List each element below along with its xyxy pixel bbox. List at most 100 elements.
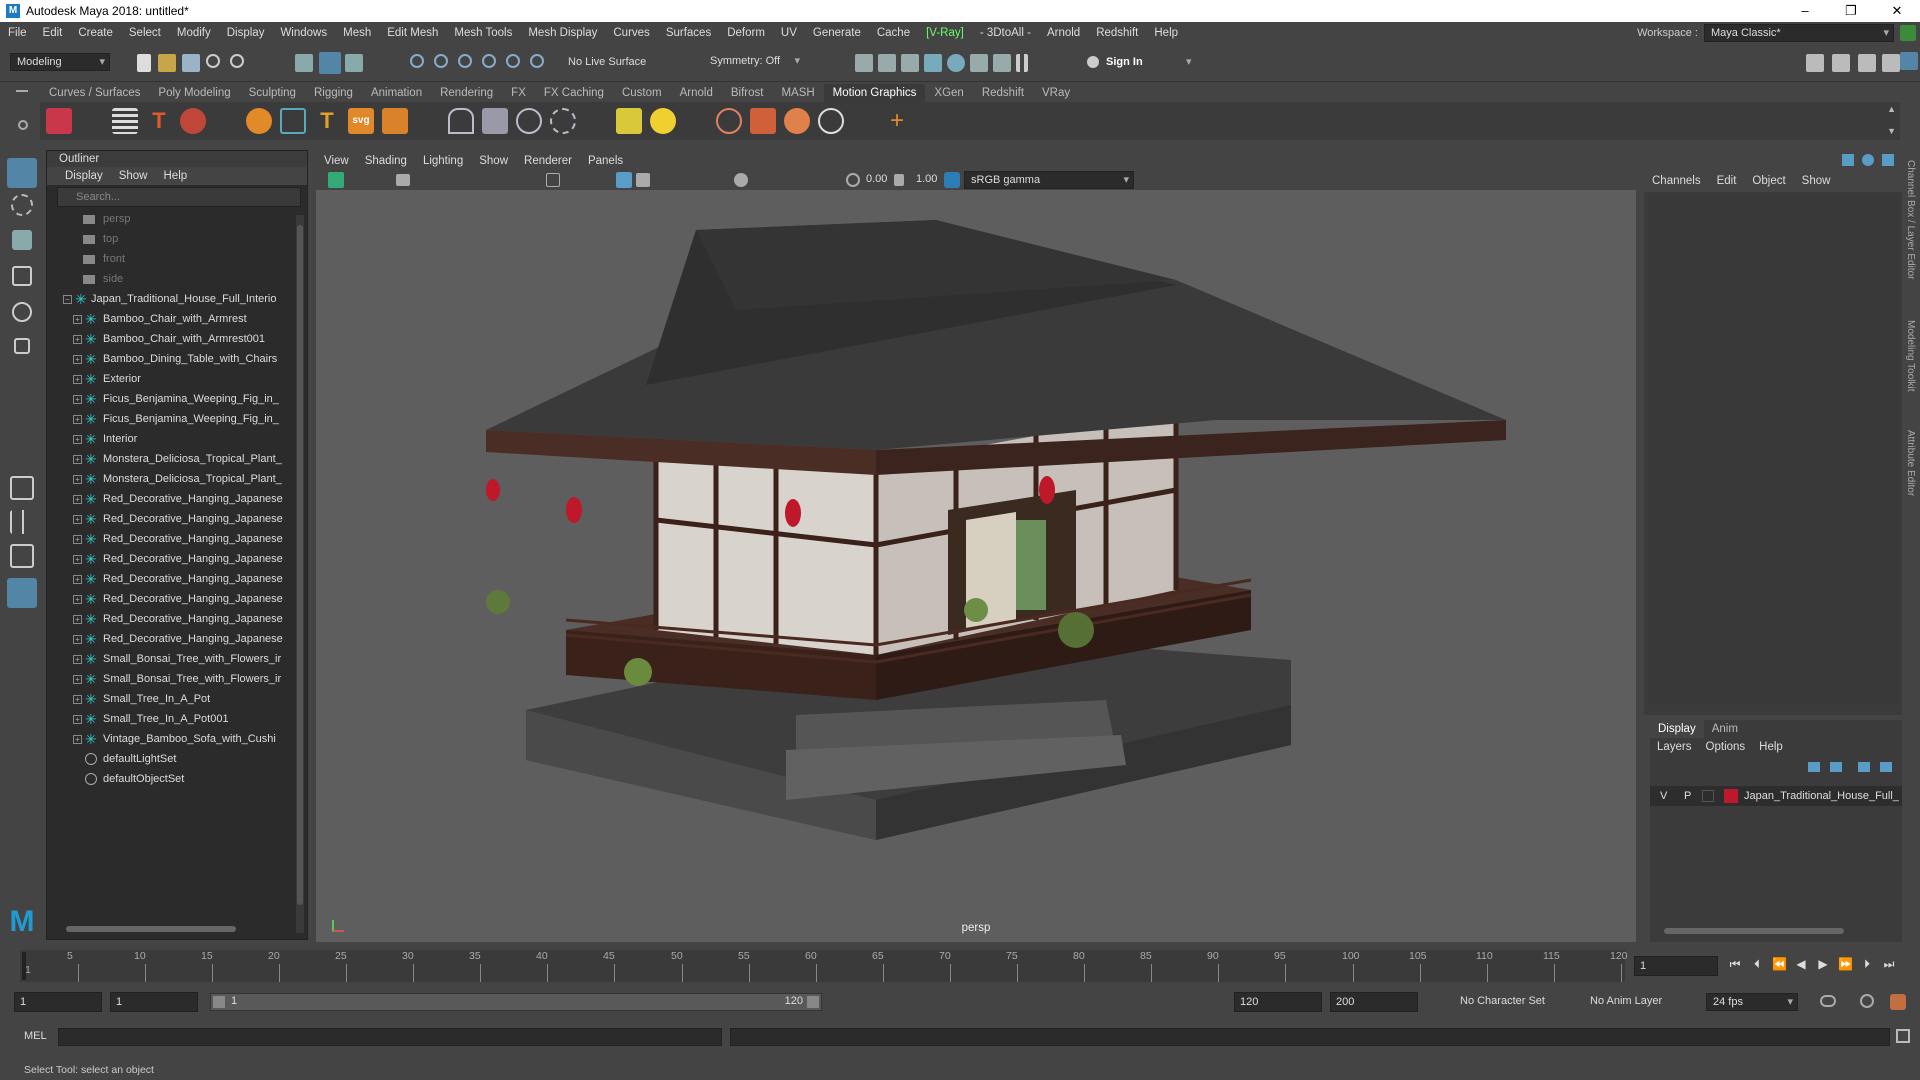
paint-select-tool-icon[interactable] [12, 230, 32, 250]
step-back-key-icon[interactable]: ⏪ [1772, 957, 1787, 971]
layer-hscrollbar[interactable] [1654, 926, 1898, 936]
menu-file[interactable]: File [0, 27, 35, 39]
color-space-dropdown[interactable]: sRGB gamma [964, 171, 1134, 189]
current-frame-field[interactable]: 1 [1634, 956, 1718, 976]
outliner-row-object[interactable]: + ✳ Red_Decorative_Hanging_Japanese [47, 549, 287, 569]
shelf-scroll-down-icon[interactable]: ▼ [1887, 126, 1896, 136]
shelf-tab-custom[interactable]: Custom [613, 84, 671, 102]
make-live-icon[interactable] [506, 54, 520, 68]
expand-icon[interactable]: + [73, 495, 82, 504]
viewport-menu-lighting[interactable]: Lighting [415, 152, 471, 170]
modeling-toolkit-icon[interactable] [1806, 54, 1824, 72]
outliner-row-root-group[interactable]: − ✳ Japan_Traditional_House_Full_Interio [47, 289, 287, 309]
select-by-hierarchy-icon[interactable] [295, 54, 313, 72]
channel-box-expand-icon[interactable] [1882, 154, 1894, 166]
smooth-shade-icon[interactable] [616, 172, 632, 188]
mash-sphere-icon[interactable] [246, 108, 272, 134]
expand-icon[interactable]: + [73, 315, 82, 324]
color-management-icon[interactable] [944, 172, 960, 188]
expand-icon[interactable]: + [73, 355, 82, 364]
step-forward-key-icon[interactable]: ⏩ [1838, 957, 1853, 971]
tool-settings-icon[interactable] [1882, 54, 1900, 72]
outliner-row-set[interactable]: defaultObjectSet [47, 769, 287, 789]
gamma-field[interactable]: 1.00 [916, 173, 937, 185]
snap-together-icon[interactable] [530, 54, 544, 68]
play-backwards-icon[interactable]: ◀ [1794, 957, 1808, 971]
menu-mesh-tools[interactable]: Mesh Tools [446, 27, 520, 39]
new-layer-selected-icon[interactable] [1880, 762, 1892, 772]
layer-tab-display[interactable]: Display [1650, 720, 1704, 738]
layer-visibility-toggle[interactable]: V [1660, 786, 1667, 806]
command-language-toggle[interactable]: MEL [24, 1030, 47, 1042]
shelf-tab-fx-caching[interactable]: FX Caching [535, 84, 613, 102]
expand-icon[interactable]: + [73, 375, 82, 384]
outliner-row-object[interactable]: + ✳ Monstera_Deliciosa_Tropical_Plant_ [47, 469, 287, 489]
loop-icon[interactable] [1820, 995, 1836, 1007]
outliner-menu-help[interactable]: Help [156, 167, 196, 185]
shelf-tab-motion-graphics[interactable]: Motion Graphics [823, 84, 926, 102]
mash-waiter-icon[interactable] [448, 108, 474, 134]
menu-mesh[interactable]: Mesh [335, 27, 379, 39]
channel-menu-edit[interactable]: Edit [1709, 170, 1745, 192]
expand-icon[interactable]: + [73, 715, 82, 724]
workspace-dropdown[interactable]: Maya Classic* [1704, 24, 1894, 42]
shelf-settings-icon[interactable] [18, 120, 28, 130]
textured-icon[interactable] [636, 173, 650, 187]
time-ruler[interactable]: 1 5 10 15 20 25 30 35 40 45 50 55 60 65 70 75 80 85 90 95 1… [20, 950, 1628, 982]
mash-world-icon[interactable] [784, 108, 810, 134]
render-view-icon[interactable] [947, 54, 965, 72]
move-layer-up-icon[interactable] [1808, 762, 1820, 772]
mash-outliner-icon[interactable] [112, 108, 138, 134]
outliner-row-object[interactable]: + ✳ Red_Decorative_Hanging_Japanese [47, 529, 287, 549]
minimize-button[interactable]: – [1782, 0, 1828, 22]
shelf-tab-curves-surfaces[interactable]: Curves / Surfaces [40, 84, 149, 102]
character-controls-icon[interactable] [1832, 54, 1850, 72]
shelf-tab-arnold[interactable]: Arnold [671, 84, 722, 102]
snap-to-curve-icon[interactable] [434, 54, 448, 68]
menu-edit-mesh[interactable]: Edit Mesh [379, 27, 446, 39]
menu-generate[interactable]: Generate [805, 27, 869, 39]
mash-explode-icon[interactable] [716, 108, 742, 134]
outliner-row-object[interactable]: + ✳ Small_Tree_In_A_Pot [47, 689, 287, 709]
layer-tab-anim[interactable]: Anim [1704, 720, 1746, 738]
menu-modify[interactable]: Modify [169, 27, 219, 39]
expand-icon[interactable]: + [73, 695, 82, 704]
expand-icon[interactable]: + [73, 435, 82, 444]
channel-box-icon[interactable] [1900, 52, 1918, 70]
step-forward-frame-icon[interactable]: ⏵ [1860, 957, 1874, 971]
exposure-field[interactable]: 0.00 [866, 173, 887, 185]
layer-color-swatch[interactable] [1724, 789, 1738, 803]
render-current-frame-icon[interactable] [855, 54, 873, 72]
outliner-row-object[interactable]: + ✳ Bamboo_Chair_with_Armrest001 [47, 329, 287, 349]
fps-dropdown[interactable]: 24 fps [1706, 993, 1798, 1011]
shelf-tab-rigging[interactable]: Rigging [305, 84, 362, 102]
tab-modeling-toolkit[interactable]: Modeling Toolkit [1905, 320, 1916, 392]
expand-icon[interactable]: + [73, 515, 82, 524]
menu-arnold[interactable]: Arnold [1039, 27, 1088, 39]
shelf-tab-vray[interactable]: VRay [1033, 84, 1079, 102]
lock-icon[interactable] [1900, 25, 1916, 41]
channel-box-layer-icon[interactable] [1862, 154, 1874, 166]
expand-icon[interactable]: + [73, 615, 82, 624]
outliner-row-object[interactable]: + ✳ Small_Tree_In_A_Pot001 [47, 709, 287, 729]
layer-menu-layers[interactable]: Layers [1650, 738, 1699, 756]
shelf-menu-icon[interactable] [16, 90, 28, 92]
outliner-row-object[interactable]: + ✳ Vintage_Bamboo_Sofa_with_Cushi [47, 729, 287, 749]
vray-render-icon[interactable] [970, 54, 988, 72]
select-tool-icon[interactable] [7, 158, 37, 188]
animation-end-field[interactable]: 200 [1330, 992, 1418, 1012]
layer-menu-help[interactable]: Help [1752, 738, 1790, 756]
new-layer-icon[interactable] [1858, 762, 1870, 772]
channel-menu-object[interactable]: Object [1744, 170, 1793, 192]
outliner-menu-show[interactable]: Show [111, 167, 156, 185]
layer-reference-toggle[interactable] [1702, 790, 1714, 802]
outliner-row-object[interactable]: + ✳ Interior [47, 429, 287, 449]
menu-deform[interactable]: Deform [719, 27, 773, 39]
menu-display[interactable]: Display [219, 27, 273, 39]
expand-icon[interactable]: + [73, 475, 82, 484]
layer-playback-toggle[interactable]: P [1684, 786, 1691, 806]
shelf-tab-rendering[interactable]: Rendering [431, 84, 502, 102]
layer-menu-options[interactable]: Options [1699, 738, 1753, 756]
play-forwards-icon[interactable]: ▶ [1816, 957, 1830, 971]
channel-menu-channels[interactable]: Channels [1644, 170, 1709, 192]
